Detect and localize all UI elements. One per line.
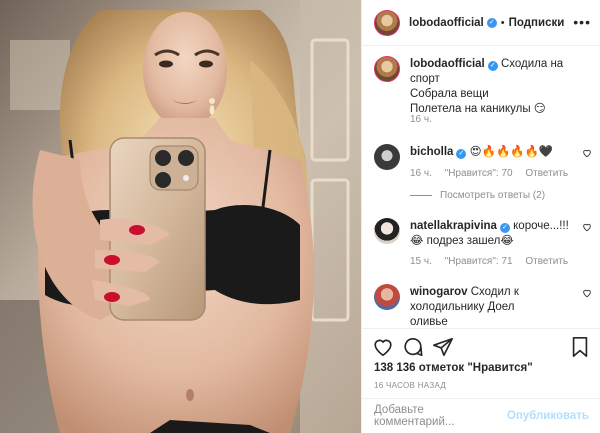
heart-icon[interactable]: [582, 222, 592, 232]
side-panel: lobodaofficial ✓ • Подписки ••• lobodaof…: [361, 0, 600, 433]
selfie-image: [0, 0, 361, 433]
caption: lobodaofficial ✓ Сходила на спорт Собрала…: [374, 56, 596, 136]
heart-icon[interactable]: [582, 288, 592, 298]
instagram-post: lobodaofficial ✓ • Подписки ••• lobodaof…: [0, 0, 600, 433]
bookmark-icon[interactable]: [569, 336, 591, 358]
comment-time[interactable]: 15 ч.: [410, 256, 432, 267]
caption-username[interactable]: lobodaofficial: [410, 58, 485, 70]
separator-dot: •: [500, 16, 505, 29]
view-replies-button[interactable]: Посмотреть ответы (2): [410, 190, 545, 201]
divider: [410, 195, 432, 196]
verified-icon: ✓: [499, 223, 510, 233]
post-header: lobodaofficial ✓ • Подписки •••: [362, 0, 600, 46]
comment-time[interactable]: 16 ч.: [410, 168, 432, 179]
verified-icon: ✓: [487, 61, 498, 71]
comment-username[interactable]: bicholla: [410, 146, 453, 158]
avatar[interactable]: [374, 144, 400, 170]
view-replies-label: Посмотреть ответы (2): [440, 190, 546, 201]
heart-icon[interactable]: [372, 336, 394, 358]
action-bar: [362, 328, 600, 362]
more-icon[interactable]: •••: [573, 14, 591, 30]
post-photo[interactable]: [0, 0, 361, 433]
comment-body: natellakrapivina ✓ короче...!!!😂 подрез з…: [410, 219, 580, 249]
comment-likes[interactable]: "Нравится": 70: [445, 168, 513, 179]
share-icon[interactable]: [432, 336, 454, 358]
comment-meta: 15 ч. "Нравится": 71 Ответить: [410, 256, 578, 267]
comment-body: winogarov Сходил к холодильнику Доел оли…: [410, 285, 520, 328]
caption-time[interactable]: 16 ч.: [410, 114, 432, 125]
verified-icon: ✓: [456, 149, 467, 159]
comment-username[interactable]: natellakrapivina: [410, 220, 497, 232]
post-time[interactable]: 16 ЧАСОВ НАЗАД: [374, 381, 446, 390]
comment-username[interactable]: winogarov: [410, 286, 468, 298]
list-item: winogarov Сходил к холодильнику Доел оли…: [374, 284, 596, 328]
avatar[interactable]: [374, 9, 400, 36]
avatar[interactable]: [374, 284, 400, 310]
caption-meta: 16 ч.: [410, 114, 442, 125]
comment-icon[interactable]: [402, 336, 424, 358]
heart-icon[interactable]: [582, 148, 592, 158]
avatar[interactable]: [374, 56, 400, 82]
verified-icon: ✓: [486, 17, 497, 28]
caption-body: lobodaofficial ✓ Сходила на спорт Собрала…: [410, 57, 580, 117]
comment-text: 😍🔥🔥🔥🔥🖤: [469, 146, 554, 158]
following-button[interactable]: Подписки: [509, 17, 565, 29]
comments-list: lobodaofficial ✓ Сходила на спорт Собрала…: [362, 56, 600, 328]
publish-button[interactable]: Опубликовать: [507, 410, 589, 422]
reply-button[interactable]: Ответить: [525, 256, 568, 267]
comment-input[interactable]: Добавьте комментарий...: [374, 404, 507, 428]
caption-line: Собрала вещи: [410, 88, 489, 100]
list-item: natellakrapivina ✓ короче...!!!😂 подрез з…: [374, 218, 596, 278]
add-comment-bar: Добавьте комментарий... Опубликовать: [362, 398, 600, 433]
avatar[interactable]: [374, 218, 400, 244]
likes-count[interactable]: 138 136 отметок "Нравится": [374, 362, 533, 374]
comment-meta: 16 ч. "Нравится": 70 Ответить: [410, 168, 578, 179]
list-item: bicholla ✓ 😍🔥🔥🔥🔥🖤 16 ч. "Нравится": 70 От…: [374, 144, 596, 206]
comment-likes[interactable]: "Нравится": 71: [445, 256, 513, 267]
comment-body: bicholla ✓ 😍🔥🔥🔥🔥🖤: [410, 145, 580, 160]
header-username[interactable]: lobodaofficial: [409, 17, 484, 29]
reply-button[interactable]: Ответить: [525, 168, 568, 179]
